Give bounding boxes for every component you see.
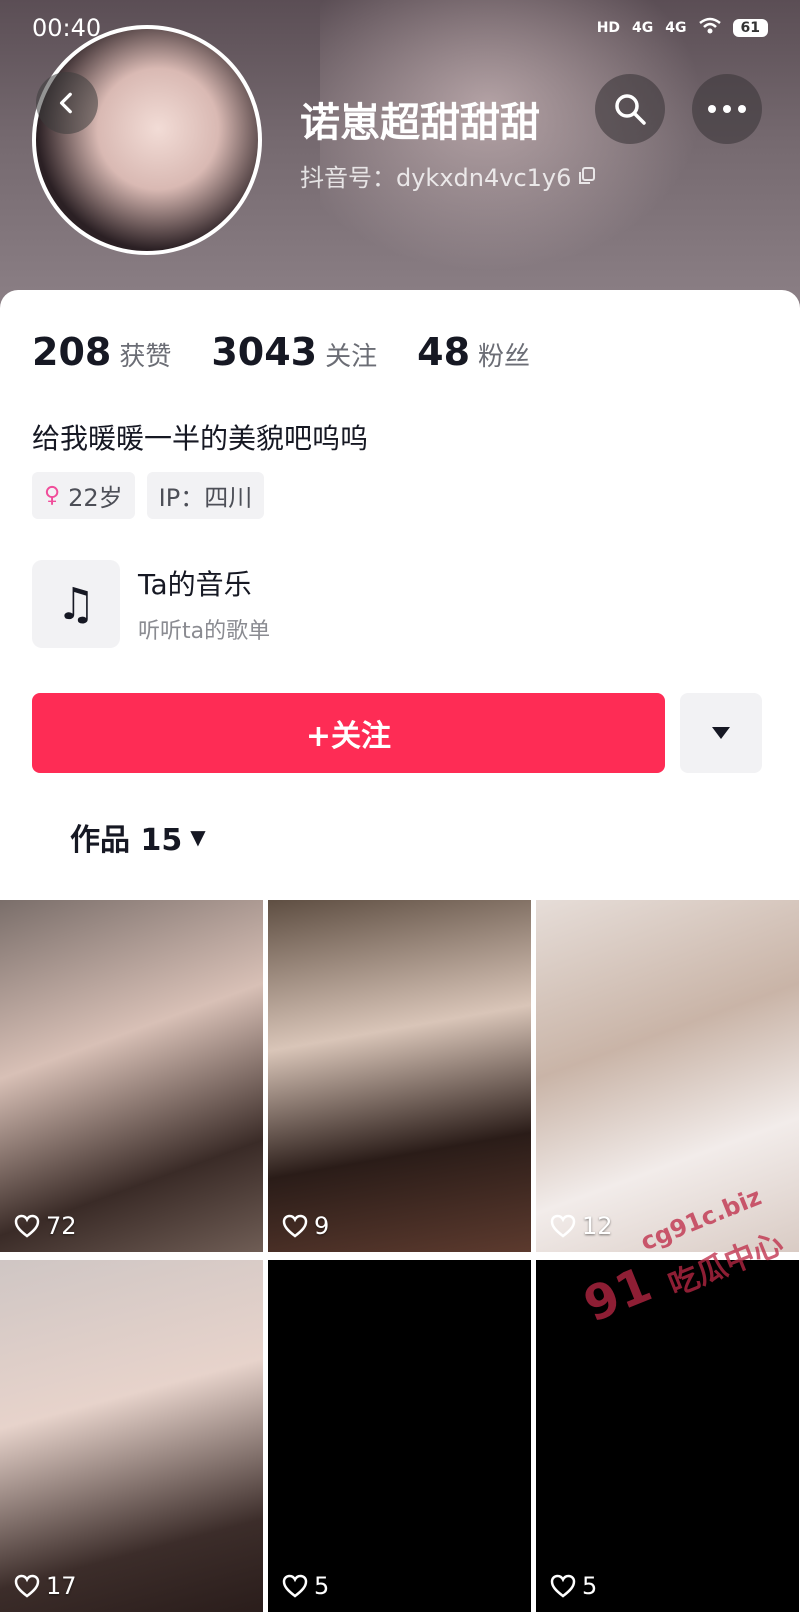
video-likes: 72 xyxy=(14,1212,77,1240)
chevron-left-icon xyxy=(59,92,72,114)
more-options-dropdown[interactable] xyxy=(680,693,762,773)
profile-tags: ♀ 22岁 IP：四川 xyxy=(32,472,265,519)
search-icon xyxy=(615,94,646,125)
profile-info-card: 208 获赞 3043 关注 48 粉丝 给我暖暖一半的美貌吧呜呜 ♀ 22岁 … xyxy=(0,290,800,905)
stat-following[interactable]: 3043 关注 xyxy=(211,330,377,374)
age-tag-label: 22岁 xyxy=(68,484,123,512)
status-time: 00:40 xyxy=(32,14,102,42)
more-dots-icon xyxy=(708,105,746,113)
music-subtitle: 听听ta的歌单 xyxy=(138,619,271,644)
video-thumbnail[interactable]: 12 xyxy=(536,900,799,1252)
heart-icon xyxy=(282,1574,308,1598)
heart-icon xyxy=(550,1574,576,1598)
music-title: Ta的音乐 xyxy=(138,568,252,601)
video-likes: 12 xyxy=(550,1212,613,1240)
video-grid: 72 9 12 17 5 5 xyxy=(0,900,800,1614)
stat-likes[interactable]: 208 获赞 xyxy=(32,330,171,374)
stat-followers-count: 48 xyxy=(417,330,471,374)
video-likes-count: 5 xyxy=(582,1571,598,1600)
video-likes: 5 xyxy=(550,1572,597,1600)
search-button[interactable] xyxy=(595,74,665,144)
music-note-icon: ♫ xyxy=(32,560,120,648)
douyin-id[interactable]: 抖音号：dykxdn4vc1y6 xyxy=(300,158,597,193)
video-likes-count: 17 xyxy=(46,1571,77,1600)
profile-bio: 给我暖暖一半的美貌吧呜呜 xyxy=(32,422,369,455)
stat-following-count: 3043 xyxy=(211,330,318,374)
copy-icon xyxy=(579,166,596,184)
stat-likes-count: 208 xyxy=(32,330,112,374)
status-bar: 00:40 HD 4G 4G 61 xyxy=(32,12,768,44)
stat-likes-label: 获赞 xyxy=(119,342,172,372)
wifi-icon xyxy=(698,17,721,39)
profile-stats: 208 获赞 3043 关注 48 粉丝 xyxy=(32,330,530,374)
music-entry[interactable]: ♫ Ta的音乐 听听ta的歌单 xyxy=(32,560,270,648)
douyin-id-text: 抖音号：dykxdn4vc1y6 xyxy=(300,164,572,192)
heart-icon xyxy=(14,1574,40,1598)
more-button[interactable] xyxy=(692,74,762,144)
video-likes-count: 9 xyxy=(314,1212,330,1240)
video-thumbnail[interactable]: 17 xyxy=(0,1259,263,1612)
video-likes-count: 5 xyxy=(314,1571,330,1600)
heart-icon xyxy=(550,1214,576,1238)
video-likes: 5 xyxy=(282,1572,329,1600)
follow-button[interactable]: +关注 xyxy=(32,693,665,773)
age-tag: ♀ 22岁 xyxy=(32,472,135,519)
video-likes-count: 72 xyxy=(46,1212,77,1240)
heart-icon xyxy=(282,1214,308,1238)
status-icons: HD 4G 4G 61 xyxy=(597,17,768,39)
stat-following-label: 关注 xyxy=(325,342,378,372)
female-icon: ♀ xyxy=(44,483,61,508)
signal-4g-icon-2: 4G xyxy=(665,20,687,36)
ip-tag-label: IP：四川 xyxy=(158,484,253,512)
tab-works[interactable]: 作品 15 ▼ xyxy=(70,815,206,859)
video-thumbnail[interactable]: 5 xyxy=(536,1259,799,1612)
battery-icon: 61 xyxy=(732,19,768,37)
avatar[interactable] xyxy=(32,25,262,255)
video-likes-count: 12 xyxy=(582,1212,613,1240)
username: 诺崽超甜甜甜 xyxy=(300,100,540,146)
video-likes: 17 xyxy=(14,1572,77,1600)
video-thumbnail[interactable]: 72 xyxy=(0,900,263,1252)
ip-tag: IP：四川 xyxy=(146,472,265,519)
caret-down-icon xyxy=(712,727,730,739)
heart-icon xyxy=(14,1214,40,1238)
video-thumbnail[interactable]: 5 xyxy=(268,1259,531,1612)
tab-works-label: 作品 15 xyxy=(70,823,183,858)
hd-icon: HD xyxy=(596,20,621,36)
caret-down-icon: ▼ xyxy=(190,825,206,849)
video-thumbnail[interactable]: 9 xyxy=(268,900,531,1252)
stat-followers-label: 粉丝 xyxy=(478,342,531,372)
stat-followers[interactable]: 48 粉丝 xyxy=(417,330,530,374)
back-button[interactable] xyxy=(36,72,98,134)
video-likes: 9 xyxy=(282,1212,329,1240)
signal-4g-icon: 4G xyxy=(632,20,654,36)
